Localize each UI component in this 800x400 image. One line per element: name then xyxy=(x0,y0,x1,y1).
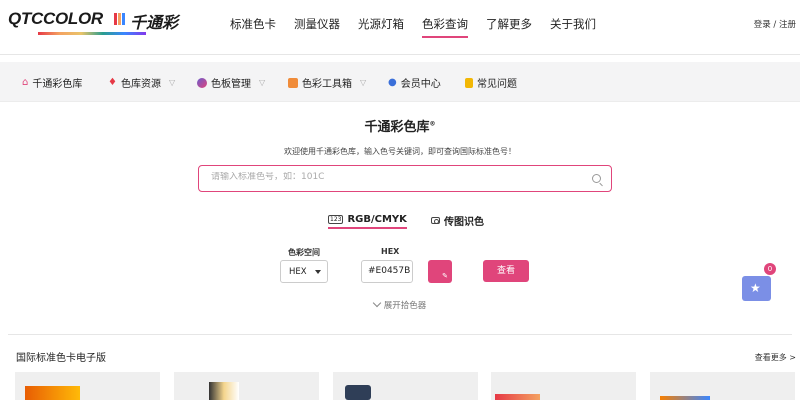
registered-mark: ® xyxy=(429,120,436,128)
hex-input[interactable]: #E0457B xyxy=(361,260,413,283)
tab-label: RGB/CMYK xyxy=(347,213,407,225)
color-space-value: HEX xyxy=(289,267,307,277)
subnav-label: 色彩工具箱 xyxy=(302,79,352,90)
user-icon: ● xyxy=(388,77,397,88)
subnav-label: 色板管理 xyxy=(211,79,251,90)
section-divider xyxy=(8,334,792,335)
color-space-label: 色彩空间 xyxy=(288,248,320,257)
logo-chinese-text: 千通彩 xyxy=(130,13,179,32)
logo-mark-icon xyxy=(114,13,126,25)
tab-rgb-cmyk[interactable]: 123 RGB/CMYK xyxy=(328,211,407,229)
color-card-item[interactable] xyxy=(15,372,160,400)
home-icon: ⌂ xyxy=(22,77,29,88)
login-register-link[interactable]: 登录 / 注册 xyxy=(754,18,796,30)
color-card-item[interactable] xyxy=(333,372,478,400)
color-card-item[interactable] xyxy=(650,372,795,400)
view-button[interactable]: 查看 xyxy=(483,260,529,282)
logo-text: QTCCOLOR xyxy=(8,9,103,28)
chevron-down-icon: ▽ xyxy=(259,78,266,87)
logo-color-stripe xyxy=(38,32,146,35)
search-input[interactable] xyxy=(211,172,571,182)
nav-about-us[interactable]: 关于我们 xyxy=(550,16,596,38)
page-title-text: 千通彩色库 xyxy=(364,120,430,135)
camera-icon xyxy=(431,216,440,224)
flame-icon: ♦ xyxy=(108,77,117,88)
eyedropper-icon: ✎ xyxy=(442,272,448,280)
see-more-link[interactable]: 查看更多 > xyxy=(755,352,796,363)
subnav-member-center[interactable]: ● 会员中心 xyxy=(388,75,441,90)
section-title: 国际标准色卡电子版 xyxy=(16,353,106,364)
tab-image-color-recognition[interactable]: 传图识色 xyxy=(431,211,484,229)
number-badge-icon: 123 xyxy=(328,214,344,224)
page-subtitle: 欢迎使用千通彩色库，输入色号关键词，即可查询国际标准色号！ xyxy=(284,147,516,156)
color-swatch[interactable]: ✎ xyxy=(428,260,452,283)
expand-color-picker[interactable]: 展开拾色器 xyxy=(0,298,800,311)
subnav-palette-management[interactable]: 色板管理 ▽ xyxy=(197,75,265,90)
logo[interactable]: QTCCOLOR 千通彩 xyxy=(8,8,178,40)
chevron-down-icon xyxy=(372,298,381,308)
favorites-button[interactable]: ★ 0 xyxy=(742,263,776,301)
tab-label: 传图识色 xyxy=(444,216,484,228)
subnav-color-resources[interactable]: ♦ 色库资源 ▽ xyxy=(108,75,175,90)
chevron-down-icon: ▽ xyxy=(168,78,176,87)
nav-learn-more[interactable]: 了解更多 xyxy=(486,16,532,38)
subnav-color-toolbox[interactable]: 色彩工具箱 ▽ xyxy=(288,75,366,90)
search-icon[interactable] xyxy=(592,174,601,183)
caret-down-icon xyxy=(315,270,321,274)
toolbox-icon xyxy=(288,77,298,88)
page-title: 千通彩色库® xyxy=(0,116,800,135)
expand-label: 展开拾色器 xyxy=(383,301,427,311)
hex-label: HEX xyxy=(381,247,400,256)
subnav-label: 会员中心 xyxy=(400,79,441,90)
color-card-item[interactable] xyxy=(174,372,319,400)
card-thumbnail xyxy=(209,382,239,400)
search-box xyxy=(198,165,612,192)
card-thumbnail xyxy=(345,385,371,400)
document-icon xyxy=(465,77,473,88)
card-thumbnail xyxy=(25,386,80,400)
nav-light-boxes[interactable]: 光源灯箱 xyxy=(358,16,404,38)
chevron-down-icon: ▽ xyxy=(360,78,367,87)
card-thumbnail xyxy=(495,394,540,400)
color-space-select[interactable]: HEX xyxy=(280,260,328,283)
palette-icon xyxy=(197,77,207,88)
subnav-label: 常见问题 xyxy=(477,79,517,90)
favorites-count-badge: 0 xyxy=(764,263,776,275)
main-nav: 标准色卡 测量仪器 光源灯箱 色彩查询 了解更多 关于我们 xyxy=(230,16,596,38)
sub-nav: ⌂ 千通彩色库 ♦ 色库资源 ▽ 色板管理 ▽ 色彩工具箱 ▽ ● 会员中心 常… xyxy=(0,62,800,102)
card-thumbnail xyxy=(660,396,710,400)
subnav-label: 色库资源 xyxy=(120,79,161,90)
star-icon: ★ xyxy=(750,281,761,295)
color-card-item[interactable] xyxy=(491,372,636,400)
subnav-label: 千通彩色库 xyxy=(32,79,83,90)
subnav-faq[interactable]: 常见问题 xyxy=(465,75,517,90)
nav-standard-cards[interactable]: 标准色卡 xyxy=(230,16,276,38)
nav-instruments[interactable]: 测量仪器 xyxy=(294,16,340,38)
subnav-color-library[interactable]: ⌂ 千通彩色库 xyxy=(22,75,82,90)
nav-color-search[interactable]: 色彩查询 xyxy=(422,16,468,38)
top-header: QTCCOLOR 千通彩 标准色卡 测量仪器 光源灯箱 色彩查询 了解更多 关于… xyxy=(0,0,800,55)
